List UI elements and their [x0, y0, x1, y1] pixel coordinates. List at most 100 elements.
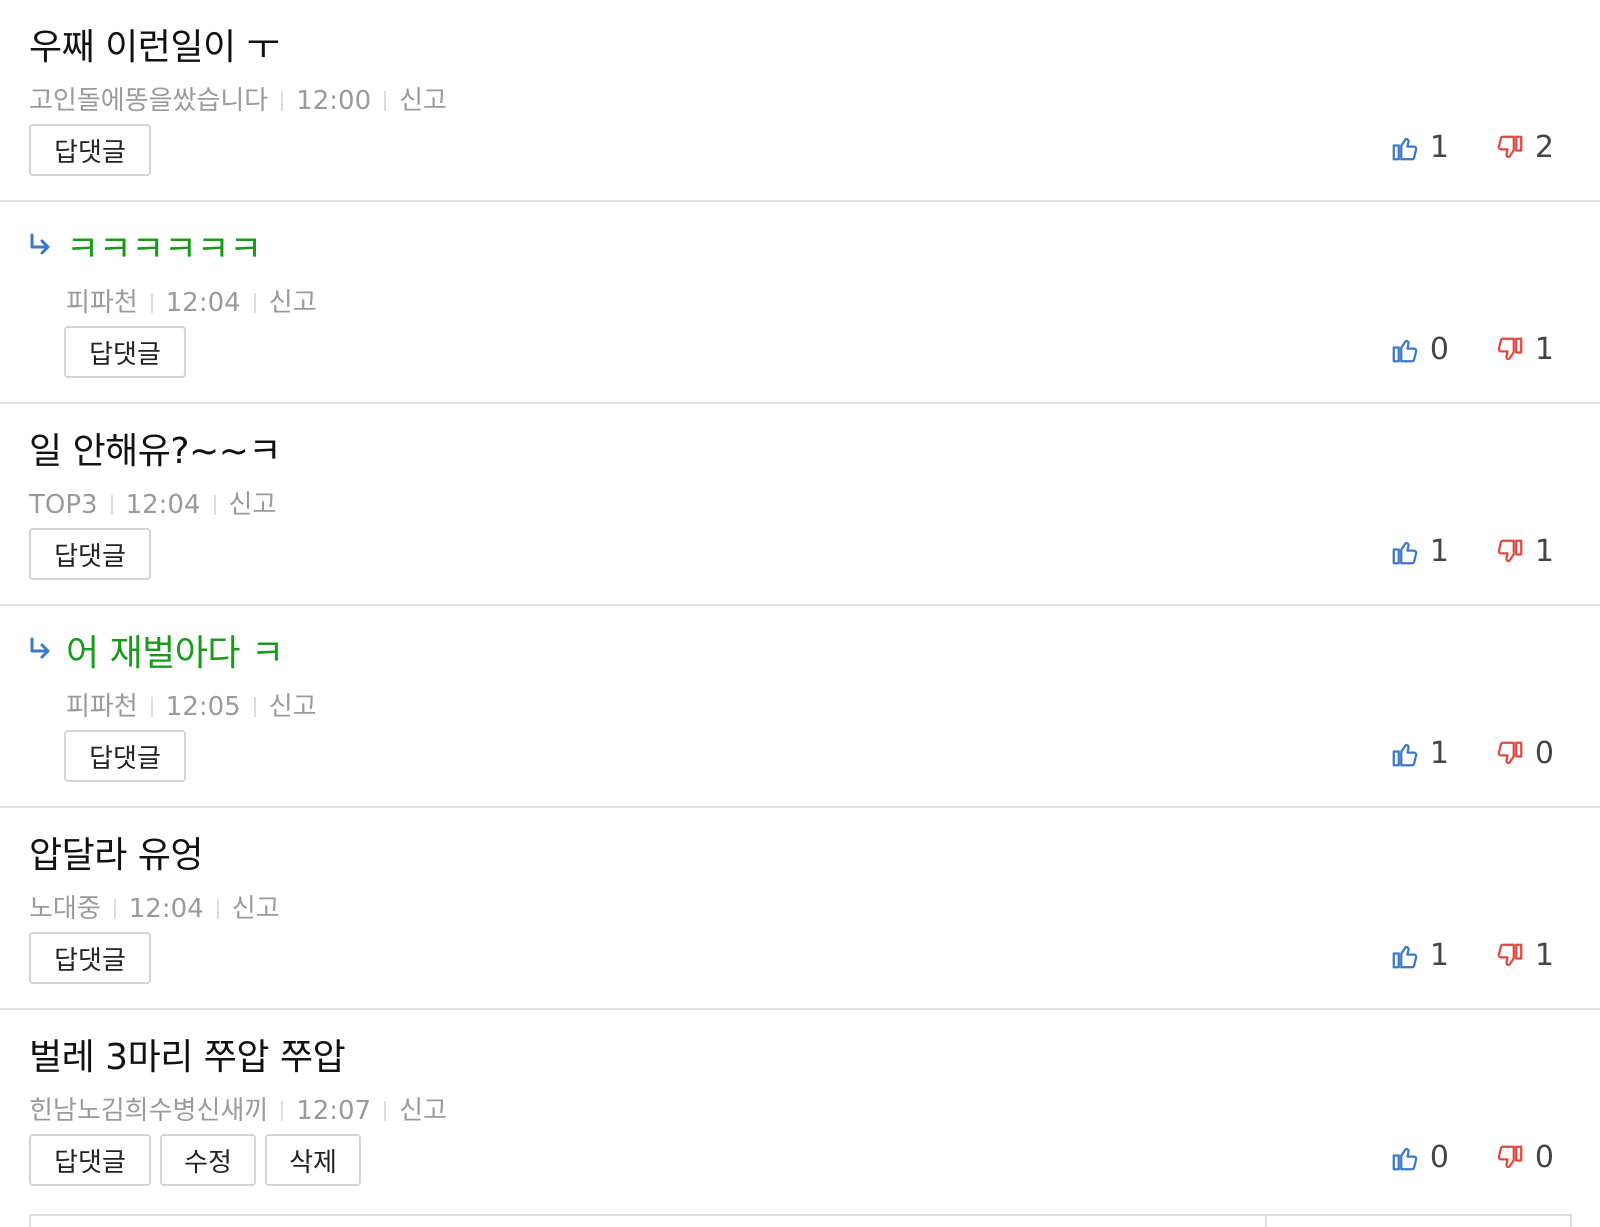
dislike-button[interactable]: 2: [1495, 130, 1554, 165]
comment-time: 12:04: [128, 894, 204, 924]
dislike-button[interactable]: 0: [1495, 1140, 1554, 1175]
comment-item: 벌레 3마리 쭈압 쭈압 힌남노김희수병신새끼 12:07 신고 답댓글 수정 삭제…: [0, 1010, 1600, 1212]
comment-item: 압달라 유엉 노대중 12:04 신고 답댓글 1 1: [0, 808, 1600, 1010]
dislike-count: 1: [1534, 534, 1554, 569]
vote-group: 0 1: [1390, 332, 1554, 367]
comment-item: 일 안해유?~~ㅋ TOP3 12:04 신고 답댓글 1 1: [0, 404, 1600, 606]
like-count: 1: [1429, 736, 1449, 771]
like-count: 1: [1429, 938, 1449, 973]
report-link[interactable]: 신고: [269, 288, 317, 318]
comment-actions: 답댓글: [64, 326, 186, 378]
comment-author[interactable]: 고인돌에똥을쌌습니다: [29, 86, 268, 116]
comment-author[interactable]: 노대중: [29, 894, 101, 924]
comment-author[interactable]: 피파천: [66, 288, 138, 318]
comment-meta: 힌남노김희수병신새끼 12:07 신고: [29, 1090, 447, 1127]
reply-button[interactable]: 답댓글: [64, 326, 186, 378]
comment-text: 벌레 3마리 쭈압 쭈압: [29, 1037, 346, 1078]
divider: [253, 697, 256, 717]
divider: [281, 91, 284, 111]
divider: [384, 1101, 387, 1121]
like-count: 1: [1429, 534, 1449, 569]
dislike-button[interactable]: 1: [1495, 332, 1554, 367]
comment-text: 어 재벌아다 ㅋ: [66, 633, 284, 674]
divider: [150, 293, 153, 313]
vote-group: 1 1: [1390, 534, 1554, 569]
comment-actions: 답댓글 수정 삭제: [29, 1134, 361, 1186]
thumbs-up-icon: [1392, 1147, 1418, 1170]
divider: [113, 899, 116, 919]
comment-meta: 피파천 12:04 신고: [66, 282, 317, 319]
comment-meta: 노대중 12:04 신고: [29, 888, 280, 925]
comment-text: 일 안해유?~~ㅋ: [29, 431, 281, 472]
comment-actions: 답댓글: [29, 528, 151, 580]
comment-author[interactable]: 힌남노김희수병신새끼: [29, 1096, 268, 1126]
report-link[interactable]: 신고: [229, 490, 277, 520]
divider: [253, 293, 256, 313]
report-link[interactable]: 신고: [399, 86, 447, 116]
dislike-button[interactable]: 0: [1495, 736, 1554, 771]
dislike-count: 0: [1534, 736, 1554, 771]
like-button[interactable]: 1: [1390, 736, 1449, 771]
thumbs-down-icon: [1497, 1145, 1523, 1168]
comment-time: 12:00: [296, 86, 372, 116]
comment-actions: 답댓글: [64, 730, 186, 782]
comment-time: 12:04: [125, 490, 201, 520]
comment-text: 우째 이런일이 ㅜ: [29, 27, 280, 68]
reply-button[interactable]: 답댓글: [64, 730, 186, 782]
comment-text: ㅋㅋㅋㅋㅋㅋ: [66, 229, 262, 270]
reply-button[interactable]: 답댓글: [29, 1134, 151, 1186]
comment-actions: 답댓글: [29, 124, 151, 176]
comment-author[interactable]: TOP3: [29, 490, 98, 520]
like-count: 0: [1429, 1140, 1449, 1175]
reply-item: 어 재벌아다 ㅋ 피파천 12:05 신고 답댓글 1 0: [0, 606, 1600, 808]
thumbs-up-icon: [1392, 137, 1418, 160]
like-button[interactable]: 1: [1390, 130, 1449, 165]
comment-meta: 고인돌에똥을쌌습니다 12:00 신고: [29, 80, 447, 117]
divider: [110, 495, 113, 515]
dislike-button[interactable]: 1: [1495, 938, 1554, 973]
comment-meta: 피파천 12:05 신고: [66, 686, 317, 723]
divider: [213, 495, 216, 515]
dislike-count: 0: [1534, 1140, 1554, 1175]
reply-button[interactable]: 답댓글: [29, 932, 151, 984]
like-count: 1: [1429, 130, 1449, 165]
thumbs-down-icon: [1497, 741, 1523, 764]
divider: [384, 91, 387, 111]
divider: [216, 899, 219, 919]
report-link[interactable]: 신고: [232, 894, 280, 924]
reply-button[interactable]: 답댓글: [29, 124, 151, 176]
thumbs-up-icon: [1392, 945, 1418, 968]
dislike-count: 1: [1534, 938, 1554, 973]
edit-button[interactable]: 수정: [160, 1134, 256, 1186]
vote-group: 1 0: [1390, 736, 1554, 771]
like-button[interactable]: 1: [1390, 938, 1449, 973]
thumbs-down-icon: [1497, 539, 1523, 562]
report-link[interactable]: 신고: [269, 692, 317, 722]
dislike-count: 1: [1534, 332, 1554, 367]
vote-group: 1 1: [1390, 938, 1554, 973]
comment-list: 우째 이런일이 ㅜ 고인돌에똥을쌌습니다 12:00 신고 답댓글 1 2 ㅋㅋㅋㅋ…: [0, 0, 1600, 1227]
thumbs-up-icon: [1392, 339, 1418, 362]
divider: [1265, 1216, 1267, 1227]
delete-button[interactable]: 삭제: [265, 1134, 361, 1186]
dislike-count: 2: [1534, 130, 1554, 165]
comment-author[interactable]: 피파천: [66, 692, 138, 722]
thumbs-up-icon: [1392, 743, 1418, 766]
report-link[interactable]: 신고: [399, 1096, 447, 1126]
comment-input-box[interactable]: [29, 1214, 1572, 1227]
like-count: 0: [1429, 332, 1449, 367]
thumbs-down-icon: [1497, 337, 1523, 360]
thumbs-down-icon: [1497, 135, 1523, 158]
like-button[interactable]: 0: [1390, 1140, 1449, 1175]
comment-time: 12:04: [165, 288, 241, 318]
like-button[interactable]: 0: [1390, 332, 1449, 367]
vote-group: 1 2: [1390, 130, 1554, 165]
dislike-button[interactable]: 1: [1495, 534, 1554, 569]
divider: [150, 697, 153, 717]
reply-button[interactable]: 답댓글: [29, 528, 151, 580]
like-button[interactable]: 1: [1390, 534, 1449, 569]
comment-time: 12:07: [296, 1096, 372, 1126]
comment-item: 우째 이런일이 ㅜ 고인돌에똥을쌌습니다 12:00 신고 답댓글 1 2: [0, 0, 1600, 202]
reply-item: ㅋㅋㅋㅋㅋㅋ 피파천 12:04 신고 답댓글 0 1: [0, 202, 1600, 404]
vote-group: 0 0: [1390, 1140, 1554, 1175]
